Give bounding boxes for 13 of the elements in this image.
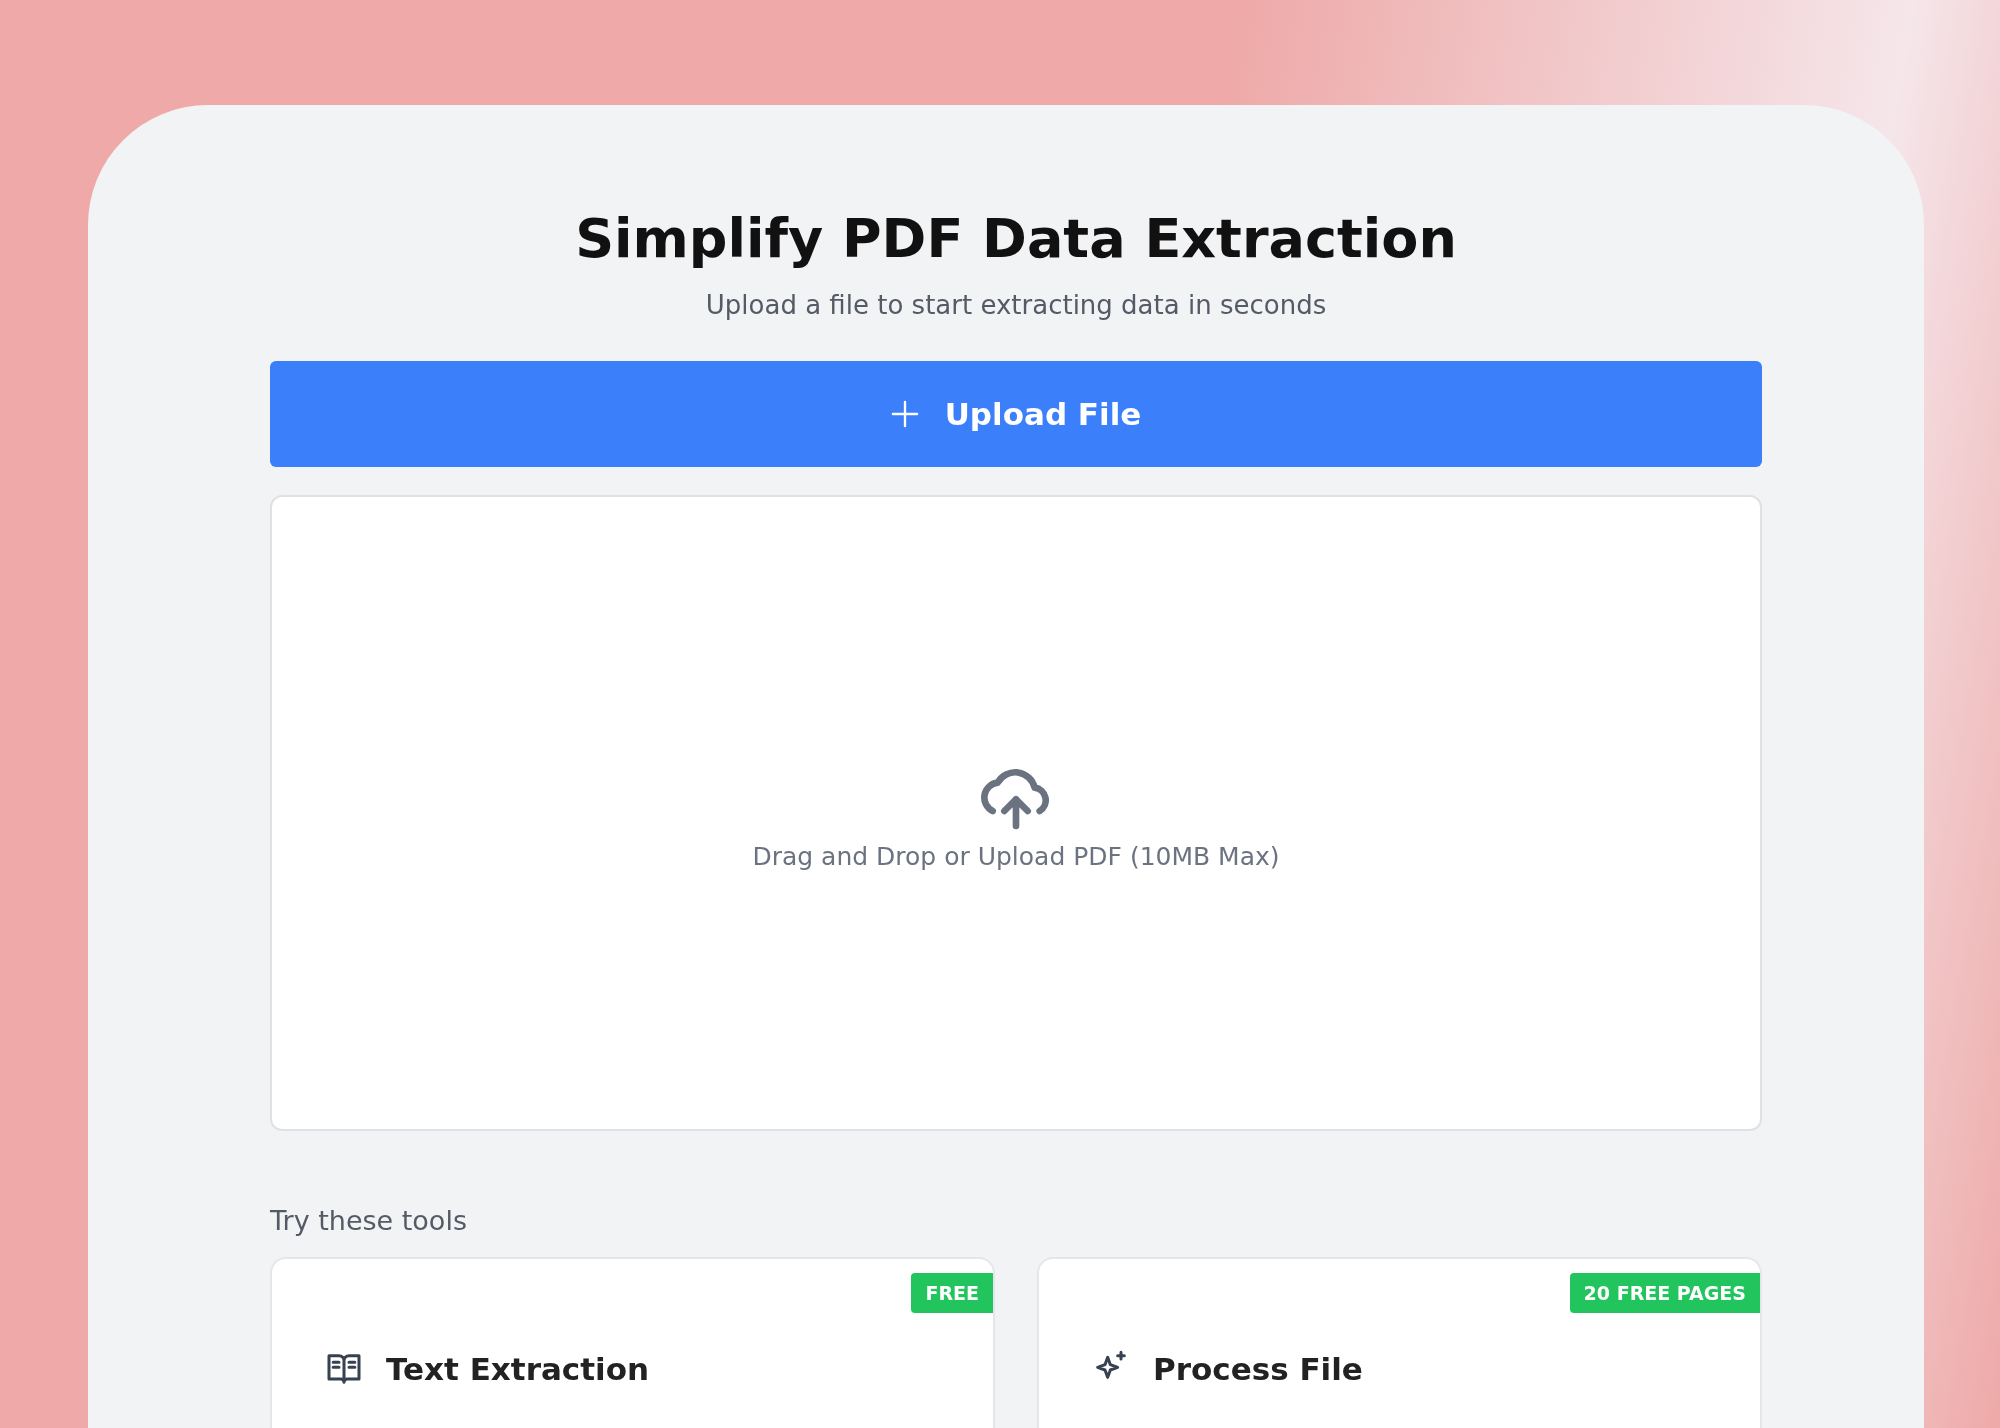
drop-zone[interactable]: Drag and Drop or Upload PDF (10MB Max) [270, 495, 1762, 1131]
tool-card[interactable]: Text Extraction FREE [270, 1257, 995, 1428]
drop-hint: Drag and Drop or Upload PDF (10MB Max) [752, 841, 1280, 871]
tool-title: Text Extraction [386, 1350, 650, 1389]
tool-title: Process File [1153, 1350, 1363, 1389]
page-subtitle: Upload a file to start extracting data in seconds [704, 289, 1328, 322]
tool-badge: 20 FREE PAGES [1569, 1273, 1760, 1313]
section-heading: Try these tools [270, 1204, 468, 1238]
plus-icon [890, 400, 919, 428]
upload-button[interactable]: Upload File [270, 361, 1762, 467]
page-title: Simplify PDF Data Extraction [574, 206, 1458, 272]
tool-card[interactable]: Process File 20 FREE PAGES [1037, 1257, 1762, 1428]
tool-badge: FREE [911, 1273, 993, 1313]
